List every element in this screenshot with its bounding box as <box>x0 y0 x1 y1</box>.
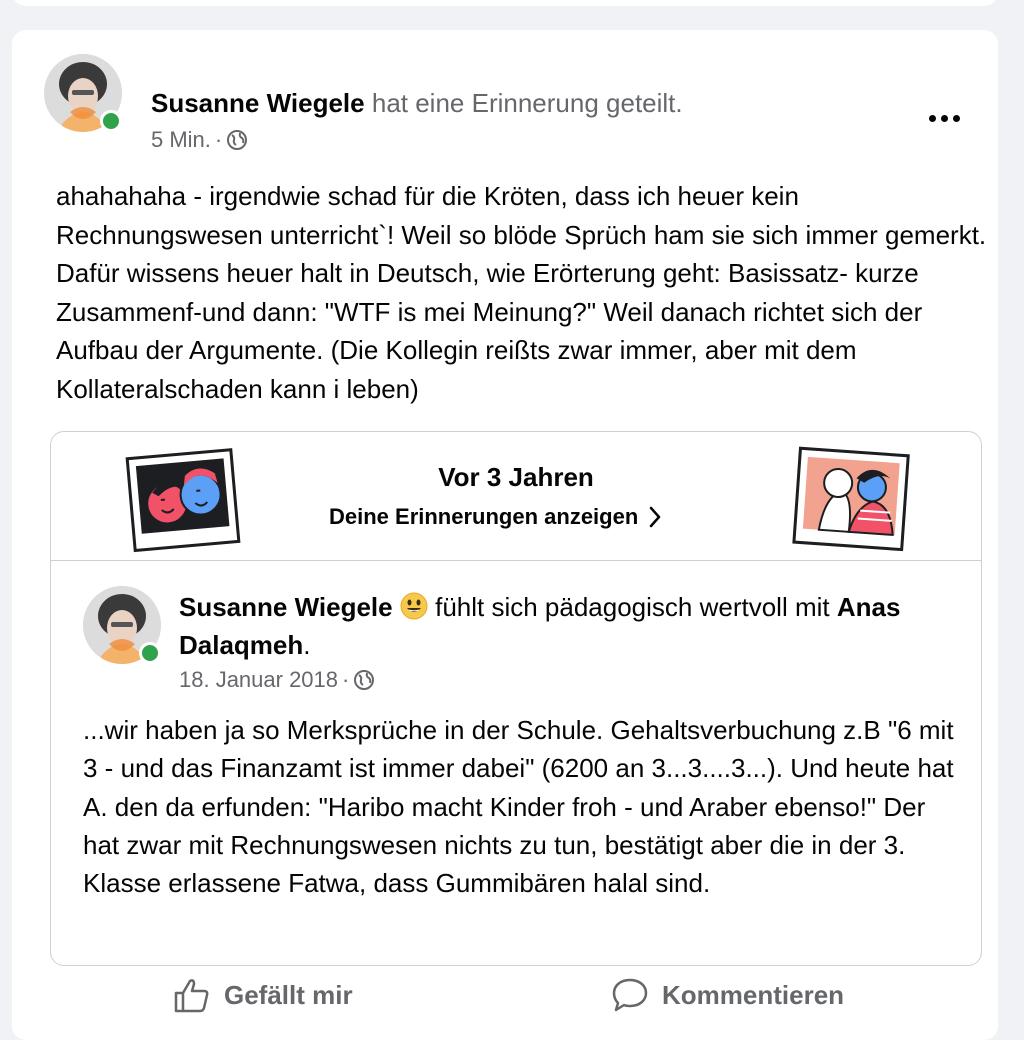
like-button[interactable]: Gefällt mir <box>172 960 353 1030</box>
like-label: Gefällt mir <box>224 980 353 1011</box>
shared-post-date[interactable]: 18. Januar 2018 <box>179 665 338 695</box>
globe-icon[interactable] <box>353 669 375 691</box>
comment-bubble-icon <box>610 975 650 1015</box>
shared-post-meta: 18. Januar 2018 · <box>179 665 375 695</box>
memory-banner[interactable]: Vor 3 Jahren Deine Erinnerungen anzeigen <box>51 432 981 561</box>
post-header: Susanne Wiegele hat eine Erinnerung gete… <box>151 86 683 120</box>
meta-separator: · <box>215 125 222 155</box>
post-body-text: ahahahaha - irgendwie schad für die Kröt… <box>56 177 996 408</box>
view-memories-link[interactable]: Deine Erinnerungen anzeigen <box>329 502 662 532</box>
thumbs-up-icon <box>172 975 212 1015</box>
more-dot-icon <box>941 115 948 122</box>
post-meta: 5 Min. · <box>151 125 248 155</box>
friends-illustration-right <box>791 446 913 554</box>
online-status-dot <box>139 642 161 664</box>
comment-label: Kommentieren <box>662 980 844 1011</box>
online-status-dot <box>100 110 122 132</box>
more-dot-icon <box>929 115 936 122</box>
post-timestamp[interactable]: 5 Min. <box>151 125 211 155</box>
more-options-button[interactable] <box>924 104 964 132</box>
comment-button[interactable]: Kommentieren <box>610 960 844 1030</box>
more-dot-icon <box>953 115 960 122</box>
post-action-text: hat eine Erinnerung geteilt. <box>372 88 683 118</box>
feeling-text: fühlt sich pädagogisch wertvoll mit <box>435 592 830 622</box>
meta-separator: · <box>342 665 349 695</box>
globe-icon[interactable] <box>226 129 248 151</box>
shared-author-name[interactable]: Susanne Wiegele <box>179 592 393 622</box>
tagged-suffix: . <box>303 630 310 660</box>
post-card: Susanne Wiegele hat eine Erinnerung gete… <box>12 30 998 1040</box>
post-action-bar: Gefällt mir Kommentieren <box>12 960 998 1030</box>
memory-attachment: Vor 3 Jahren Deine Erinnerungen anzeigen <box>50 431 982 966</box>
shared-post-header: Susanne Wiegele fühlt sich pädagogisch w… <box>179 588 959 664</box>
grinning-emoji-icon <box>400 592 428 620</box>
author-name[interactable]: Susanne Wiegele <box>151 88 365 118</box>
shared-post-body-text: ...wir haben ja so Merksprüche in der Sc… <box>83 711 963 902</box>
author-avatar[interactable] <box>44 54 122 132</box>
view-memories-label: Deine Erinnerungen anzeigen <box>329 502 638 532</box>
previous-post-card <box>12 0 998 6</box>
shared-author-avatar[interactable] <box>83 586 161 664</box>
chevron-right-icon <box>648 505 662 529</box>
